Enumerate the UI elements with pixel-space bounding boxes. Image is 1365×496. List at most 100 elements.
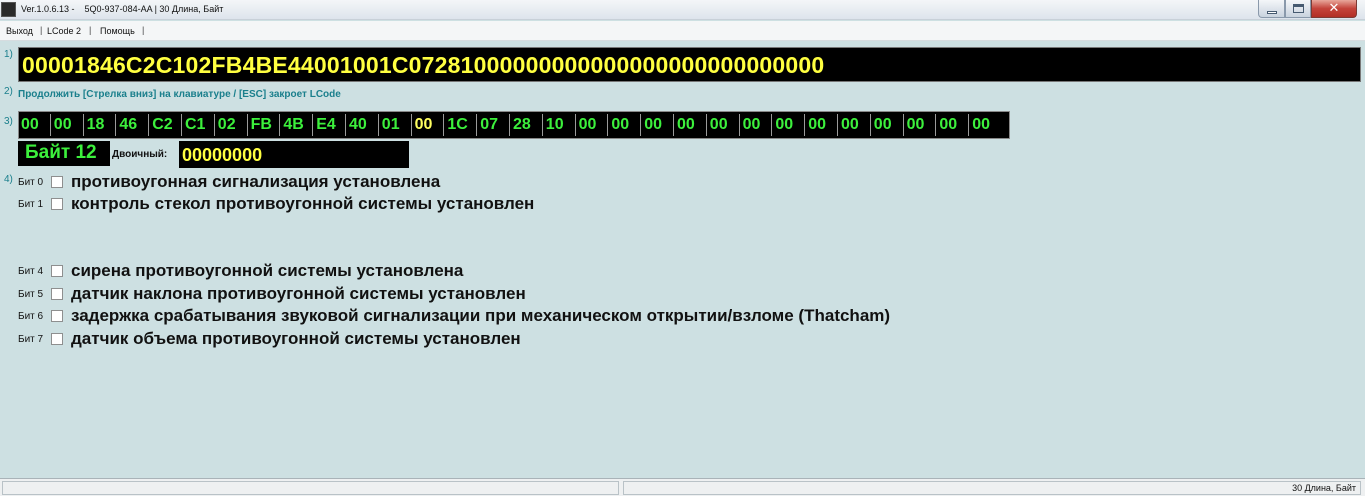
bit-checkbox[interactable] [51, 333, 63, 345]
byte-cell[interactable]: 00 [611, 116, 629, 134]
byte-cell[interactable]: 10 [546, 116, 564, 134]
byte-divider [738, 114, 740, 136]
app-icon [1, 2, 16, 17]
byte-cell[interactable]: 00 [874, 116, 892, 134]
byte-cell[interactable]: C2 [152, 116, 172, 134]
byte-divider [443, 114, 445, 136]
byte-cell[interactable]: 46 [119, 116, 137, 134]
bit-label: Бит 0 [18, 177, 44, 188]
minimize-button[interactable] [1258, 0, 1285, 18]
bit-label: Бит 5 [18, 289, 44, 300]
byte-divider [377, 114, 379, 136]
navigation-hint: Продолжить [Стрелка вниз] на клавиатуре … [18, 89, 341, 100]
step-1-marker: 1) [4, 49, 13, 60]
byte-divider [49, 114, 51, 136]
byte-cell[interactable]: FB [251, 116, 272, 134]
menu-separator: | [142, 25, 145, 35]
window-title: Ver.1.0.6.13 - 5Q0-937-084-AA | 30 Длина… [21, 4, 224, 14]
status-pane-left [2, 481, 619, 495]
byte-cell[interactable]: C1 [185, 116, 205, 134]
bit-description: контроль стекол противоугонной системы у… [71, 194, 535, 213]
byte-divider [181, 114, 182, 136]
binary-caption: Двоичный: [112, 149, 168, 160]
menu-separator: | [40, 25, 43, 35]
byte-divider [804, 114, 806, 136]
minimize-icon [1267, 11, 1277, 14]
selected-byte-badge: Байт 12 [18, 141, 110, 166]
byte-cell[interactable]: 00 [644, 116, 662, 134]
byte-divider [607, 114, 609, 136]
status-pane-right: 30 Длина, Байт [623, 481, 1361, 495]
lcode-field[interactable]: 00001846C2C102FB4BE44001001C072810000000… [18, 47, 1361, 82]
bit-checkbox[interactable] [51, 176, 63, 188]
selected-byte-label: Байт 12 [25, 142, 97, 163]
status-bar: 30 Длина, Байт [0, 478, 1365, 496]
menu-help[interactable]: Помощь [100, 26, 135, 36]
byte-cell[interactable]: 02 [218, 116, 236, 134]
byte-divider [541, 114, 543, 136]
menu-exit[interactable]: Выход [6, 26, 33, 36]
bit-description: датчик наклона противоугонной системы ус… [71, 284, 526, 303]
byte-cell[interactable]: 18 [87, 116, 105, 134]
byte-cell[interactable]: 28 [513, 116, 531, 134]
byte-cell[interactable]: 00 [743, 116, 761, 134]
byte-divider [509, 114, 510, 136]
bit-checkbox[interactable] [51, 198, 63, 210]
binary-field[interactable]: 00000000 [179, 141, 409, 168]
byte-divider [312, 114, 314, 136]
maximize-button[interactable] [1285, 0, 1311, 18]
byte-cell[interactable]: 00 [939, 116, 957, 134]
byte-cell[interactable]: 00 [775, 116, 793, 134]
bit-label: Бит 7 [18, 334, 44, 345]
byte-cell[interactable]: 00 [579, 116, 597, 134]
byte-divider [345, 114, 346, 136]
byte-cell[interactable]: 00 [677, 116, 695, 134]
byte-cell[interactable]: 00 [710, 116, 728, 134]
step-3-marker: 3) [4, 116, 13, 127]
byte-divider [410, 114, 412, 136]
bit-label: Бит 1 [18, 199, 44, 210]
byte-divider [902, 114, 904, 136]
byte-cell[interactable]: 00 [54, 116, 72, 134]
close-icon: ✕ [1328, 1, 1340, 16]
byte-cell[interactable]: 07 [480, 116, 498, 134]
bit-description: датчик объема противоугонной системы уст… [71, 329, 521, 348]
menu-separator: | [89, 25, 92, 35]
bit-checkbox[interactable] [51, 265, 63, 277]
byte-cell[interactable]: 00 [808, 116, 826, 134]
bit-label: Бит 6 [18, 311, 44, 322]
byte-cell[interactable]: 00 [415, 116, 433, 134]
lcode-value: 00001846C2C102FB4BE44001001C072810000000… [22, 52, 825, 78]
byte-cell[interactable]: 01 [382, 116, 400, 134]
byte-divider [148, 114, 150, 136]
byte-divider [246, 114, 248, 136]
bit-label: Бит 4 [18, 266, 44, 277]
status-length: 30 Длина, Байт [1292, 483, 1356, 493]
bit-checkbox[interactable] [51, 310, 63, 322]
byte-cell[interactable]: 00 [907, 116, 925, 134]
title-bar: Ver.1.0.6.13 - 5Q0-937-084-AA | 30 Длина… [0, 0, 1365, 20]
byte-divider [213, 114, 215, 136]
byte-divider [640, 114, 642, 136]
maximize-icon [1293, 4, 1304, 13]
byte-cell[interactable]: 00 [841, 116, 859, 134]
byte-cell[interactable]: 40 [349, 116, 367, 134]
bit-description: задержка срабатывания звуковой сигнализа… [71, 306, 891, 325]
bit-description: противоугонная сигнализация установлена [71, 172, 441, 191]
close-button[interactable]: ✕ [1311, 0, 1357, 18]
byte-divider [935, 114, 937, 136]
byte-divider [82, 114, 84, 136]
byte-divider [574, 114, 576, 136]
byte-cell[interactable]: 4B [283, 116, 303, 134]
byte-cell[interactable]: E4 [316, 116, 336, 134]
menu-lcode2[interactable]: LCode 2 [47, 26, 81, 36]
byte-selector-row: 00 00 18 46 C2 C1 02 FB 4B E4 40 01 00 1C 07 28 10 00 00 00… [18, 111, 1010, 139]
byte-divider [771, 114, 773, 136]
byte-divider [869, 114, 871, 136]
menu-bar: Выход | LCode 2 | Помощь | [0, 21, 1365, 41]
byte-divider [476, 114, 478, 136]
bit-checkbox[interactable] [51, 288, 63, 300]
byte-cell[interactable]: 1C [447, 116, 467, 134]
byte-cell[interactable]: 00 [21, 116, 39, 134]
byte-cell[interactable]: 00 [972, 116, 990, 134]
